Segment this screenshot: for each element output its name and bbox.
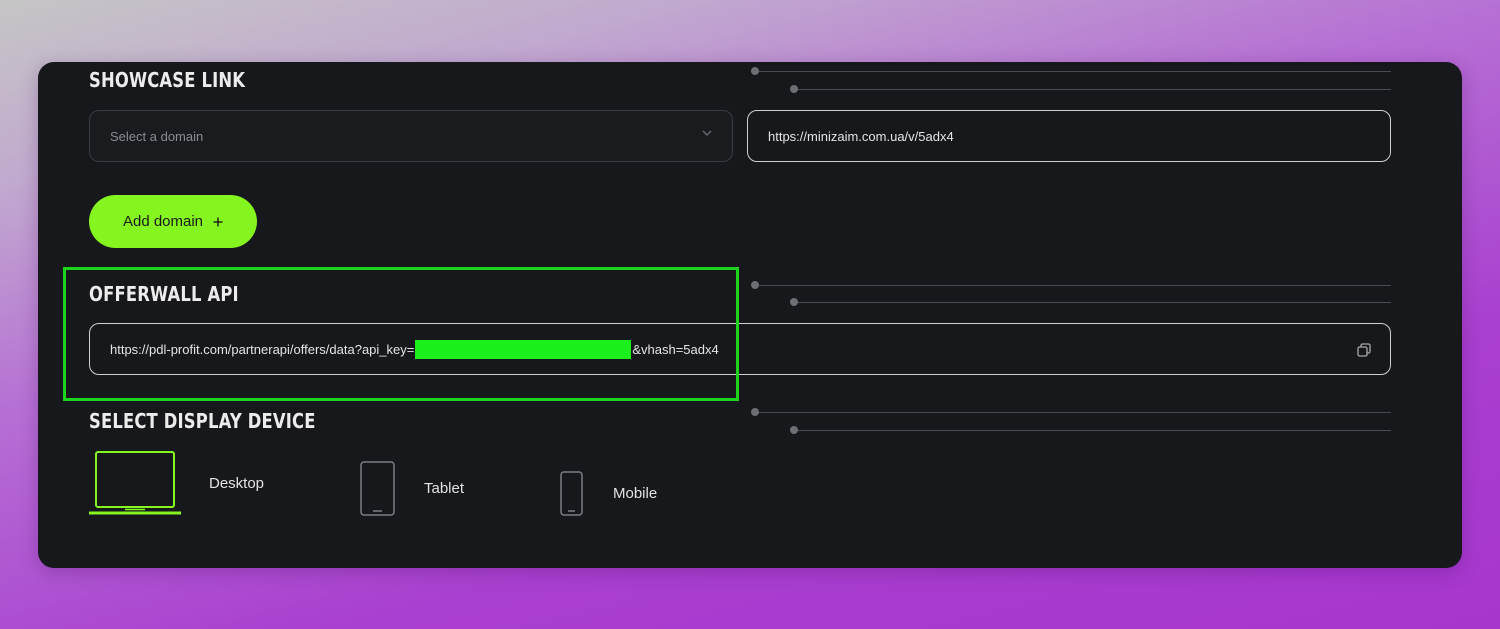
domain-select[interactable]: Select a domain xyxy=(89,110,733,162)
decorative-lines xyxy=(749,280,1391,320)
select-display-device-title: SELECT DISPLAY DEVICE xyxy=(89,409,316,433)
device-option-tablet[interactable]: Tablet xyxy=(360,461,464,516)
laptop-icon xyxy=(89,451,181,515)
device-option-desktop[interactable]: Desktop xyxy=(89,450,264,516)
domain-select-placeholder: Select a domain xyxy=(110,128,204,144)
mobile-icon xyxy=(560,471,583,516)
add-domain-button[interactable]: Add domain xyxy=(89,195,257,248)
highlight-box xyxy=(63,267,739,401)
device-label-tablet: Tablet xyxy=(424,480,465,497)
device-label-desktop: Desktop xyxy=(209,474,265,492)
chevron-down-icon xyxy=(702,130,712,136)
plus-icon xyxy=(213,217,223,226)
add-domain-label: Add domain xyxy=(122,213,204,230)
copy-icon[interactable] xyxy=(1356,342,1372,358)
tablet-icon xyxy=(360,461,395,516)
decorative-lines xyxy=(749,66,1391,106)
decorative-lines xyxy=(749,407,1391,447)
showcase-link-value: https://minizaim.com.ua/v/5adx4 xyxy=(768,128,954,144)
showcase-link-field[interactable]: https://minizaim.com.ua/v/5adx4 xyxy=(747,110,1391,162)
showcase-link-title: SHOWCASE LINK xyxy=(89,68,246,92)
device-option-mobile[interactable]: Mobile xyxy=(560,471,657,516)
settings-panel: SHOWCASE LINK Select a domain https://mi… xyxy=(38,62,1462,568)
device-label-mobile: Mobile xyxy=(613,485,658,502)
